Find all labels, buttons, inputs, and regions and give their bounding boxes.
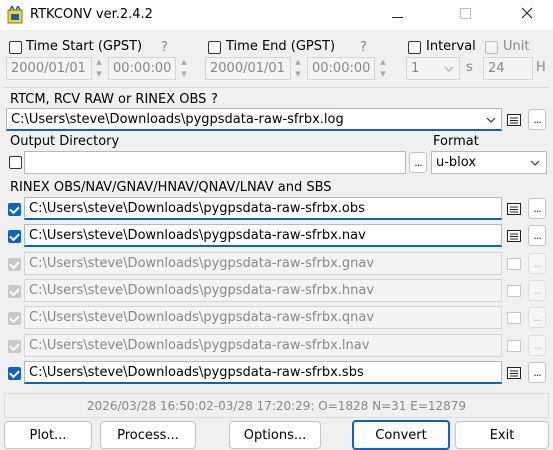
interval-unit: s [466,60,473,75]
close-button[interactable] [505,0,549,30]
time-end-checkbox[interactable] [208,41,221,54]
time-start-help[interactable]: ? [161,40,168,55]
status-text: 2026/03/28 16:50:02-03/28 17:20:29: O=18… [86,398,467,413]
end-time-spinner[interactable]: ▲ ▼ [376,57,390,80]
output-file-browse-button[interactable]: ... [528,307,546,328]
minimize-button[interactable] [375,0,419,30]
outputs-label: RINEX OBS/NAV/GNAV/HNAV/QNAV/LNAV and SB… [10,180,332,195]
end-time-field[interactable]: 00:00:00 [307,57,375,80]
output-dir-checkbox[interactable] [9,156,22,169]
input-label: RTCM, RCV RAW or RINEX OBS [10,92,207,107]
output-file-field[interactable]: C:\Users\steve\Downloads\pygpsdata-raw-s… [24,224,502,247]
output-file-checkbox[interactable] [8,312,21,325]
unit-field[interactable]: 24 [483,57,533,80]
chevron-down-icon[interactable] [486,112,496,127]
output-file-field[interactable]: C:\Users\steve\Downloads\pygpsdata-raw-s… [24,279,502,302]
end-date-spinner[interactable]: ▲ ▼ [291,57,305,80]
input-browse-button[interactable]: ... [528,109,546,130]
start-date-field[interactable]: 2000/01/01 [6,57,92,80]
output-file-checkbox[interactable] [8,230,21,243]
output-file-browse-button[interactable]: ... [528,362,546,383]
divider [4,87,549,88]
options-button[interactable]: Options... [229,421,321,449]
view-file-icon [506,257,522,271]
chevron-down-icon [530,155,540,170]
interval-checkbox[interactable] [408,41,421,54]
view-file-icon[interactable] [506,366,522,380]
output-file-checkbox[interactable] [8,258,21,271]
view-file-icon [506,284,522,298]
close-icon [521,7,533,23]
plot-button[interactable]: Plot... [4,421,92,449]
unit-label: Unit [503,39,530,54]
output-dir-browse-button[interactable]: ... [409,152,427,173]
process-button[interactable]: Process... [100,421,196,449]
input-file-path: C:\Users\steve\Downloads\pygpsdata-raw-s… [11,111,344,127]
format-label: Format [433,134,479,149]
output-file-browse-button[interactable]: ... [528,225,546,246]
chevron-down-icon [444,61,454,76]
unit-suffix: H [536,60,546,75]
input-help[interactable]: ? [211,92,218,107]
window-title: RTKCONV ver.2.4.2 [30,7,153,22]
view-file-icon [506,311,522,325]
view-file-icon[interactable] [506,229,522,243]
interval-value: 1 [411,61,420,76]
output-file-field[interactable]: C:\Users\steve\Downloads\pygpsdata-raw-s… [24,252,502,275]
view-file-icon[interactable] [506,202,522,216]
format-value: u-blox [436,155,477,170]
output-file-checkbox[interactable] [8,340,21,353]
time-end-help[interactable]: ? [360,40,367,55]
output-file-checkbox[interactable] [8,203,21,216]
status-bar: 2026/03/28 16:50:02-03/28 17:20:29: O=18… [4,393,549,418]
interval-label: Interval [426,39,476,54]
exit-button[interactable]: Exit [455,421,549,449]
output-file-field[interactable]: C:\Users\steve\Downloads\pygpsdata-raw-s… [24,197,502,220]
minimize-icon [391,7,403,23]
output-file-browse-button[interactable]: ... [528,198,546,219]
start-time-field[interactable]: 00:00:00 [108,57,176,80]
time-end-label: Time End (GPST) [226,39,336,54]
maximize-icon [459,7,471,23]
time-start-checkbox[interactable] [9,41,22,54]
input-file-combo[interactable]: C:\Users\steve\Downloads\pygpsdata-raw-s… [6,108,502,131]
output-file-field[interactable]: C:\Users\steve\Downloads\pygpsdata-raw-s… [24,361,502,384]
output-dir-field[interactable] [24,151,406,174]
output-file-field[interactable]: C:\Users\steve\Downloads\pygpsdata-raw-s… [24,306,502,329]
convert-button[interactable]: Convert [352,420,450,450]
time-start-label: Time Start (GPST) [26,39,143,54]
start-date-spinner[interactable]: ▲ ▼ [92,57,106,80]
output-file-browse-button[interactable]: ... [528,253,546,274]
start-time-spinner[interactable]: ▲ ▼ [177,57,191,80]
output-file-browse-button[interactable]: ... [528,335,546,356]
view-file-icon [506,339,522,353]
format-select[interactable]: u-blox [431,151,547,174]
view-file-icon[interactable] [506,113,522,127]
unit-checkbox[interactable] [485,41,498,54]
output-file-browse-button[interactable]: ... [528,280,546,301]
output-dir-label: Output Directory [10,134,120,149]
output-file-field[interactable]: C:\Users\steve\Downloads\pygpsdata-raw-s… [24,334,502,357]
end-date-field[interactable]: 2000/01/01 [205,57,291,80]
output-file-checkbox[interactable] [8,367,21,380]
output-file-checkbox[interactable] [8,285,21,298]
interval-select[interactable]: 1 [406,57,460,80]
rtkconv-app-icon [7,4,23,24]
maximize-button [443,0,487,30]
